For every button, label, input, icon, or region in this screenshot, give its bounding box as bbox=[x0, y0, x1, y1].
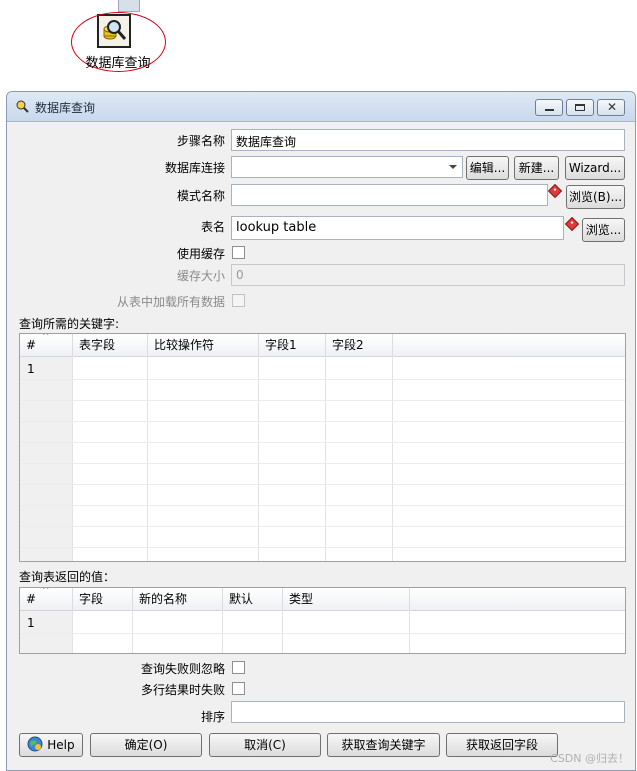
step-name-input[interactable]: 数据库查询 bbox=[231, 129, 625, 151]
close-icon: ✕ bbox=[607, 100, 618, 114]
row-index-column bbox=[20, 356, 72, 561]
title-bar: 数据库查询 ✕ bbox=[7, 92, 635, 122]
edit-connection-button[interactable]: 编辑... bbox=[466, 156, 509, 180]
column-header[interactable]: 比较操作符 bbox=[148, 334, 259, 356]
required-marker-icon bbox=[547, 183, 563, 199]
ignore-fail-checkbox[interactable] bbox=[232, 661, 245, 674]
canvas-step-label: 数据库查询 bbox=[85, 56, 151, 71]
window-title: 数据库查询 bbox=[35, 101, 96, 115]
db-connection-select[interactable] bbox=[231, 156, 463, 178]
dropdown-arrow-icon[interactable] bbox=[444, 157, 462, 177]
get-lookup-keys-button[interactable]: 获取查询关键字 bbox=[327, 733, 440, 757]
close-button[interactable]: ✕ bbox=[597, 99, 625, 116]
table-input[interactable]: lookup table bbox=[231, 216, 564, 240]
keys-table[interactable]: # 表字段 比较操作符 字段1 字段2 ^ 1 bbox=[19, 333, 626, 562]
cache-size-input[interactable]: 0 bbox=[231, 264, 625, 286]
use-cache-checkbox[interactable] bbox=[232, 246, 245, 259]
table-row-index[interactable]: 1 bbox=[27, 616, 35, 630]
column-header[interactable]: 新的名称 bbox=[133, 588, 223, 610]
new-connection-button[interactable]: 新建... bbox=[514, 156, 559, 180]
column-header[interactable]: 表字段 bbox=[73, 334, 148, 356]
return-table-header: # 字段 新的名称 默认 类型 bbox=[20, 588, 625, 611]
fail-multi-checkbox[interactable] bbox=[232, 682, 245, 695]
load-all-checkbox[interactable] bbox=[232, 294, 245, 307]
ok-button[interactable]: 确定(O) bbox=[90, 733, 202, 757]
cancel-button[interactable]: 取消(C) bbox=[209, 733, 321, 757]
order-by-label: 排序 bbox=[200, 710, 225, 724]
get-return-fields-button[interactable]: 获取返回字段 bbox=[446, 733, 558, 757]
help-label: Help bbox=[47, 738, 75, 752]
required-marker-icon bbox=[564, 216, 580, 232]
browse-table-button[interactable]: 浏览... bbox=[582, 218, 625, 242]
help-globe-icon bbox=[27, 736, 43, 752]
watermark: CSDN @归去！ bbox=[550, 752, 629, 765]
table-row-index[interactable]: 1 bbox=[27, 362, 35, 376]
use-cache-label: 使用缓存 bbox=[176, 247, 225, 261]
ignore-fail-label: 查询失败则忽略 bbox=[140, 662, 225, 676]
app-icon bbox=[16, 100, 29, 113]
keys-section-label: 查询所需的关键字: bbox=[19, 317, 120, 331]
return-values-table[interactable]: # 字段 新的名称 默认 类型 ^ 1 bbox=[19, 587, 626, 654]
browse-schema-button[interactable]: 浏览(B)... bbox=[566, 185, 625, 209]
load-all-label: 从表中加载所有数据 bbox=[116, 295, 225, 309]
table-label: 表名 bbox=[200, 220, 225, 234]
return-section-label: 查询表返回的值： bbox=[19, 570, 116, 584]
step-name-label: 步骤名称 bbox=[176, 134, 225, 148]
maximize-icon bbox=[575, 104, 585, 111]
sort-ascending-icon: ^ bbox=[42, 587, 50, 596]
canvas-step-tab bbox=[118, 0, 140, 12]
wizard-button[interactable]: Wizard... bbox=[565, 156, 625, 180]
order-by-input[interactable] bbox=[231, 701, 625, 723]
column-header[interactable]: 字段1 bbox=[259, 334, 326, 356]
sort-ascending-icon: ^ bbox=[42, 333, 50, 342]
column-header[interactable]: 类型 bbox=[283, 588, 410, 610]
lookup-dialog: 数据库查询 ✕ 步骤名称 数据库查询 数据库连接 编辑... 新建... Wiz… bbox=[6, 91, 636, 771]
schema-label: 模式名称 bbox=[176, 189, 225, 203]
help-button[interactable]: Help bbox=[19, 733, 83, 757]
column-header[interactable]: 字段 bbox=[73, 588, 133, 610]
column-header[interactable]: 字段2 bbox=[326, 334, 393, 356]
minimize-icon bbox=[545, 109, 554, 111]
fail-multi-label: 多行结果时失败 bbox=[140, 683, 225, 697]
minimize-button[interactable] bbox=[535, 99, 563, 116]
cache-size-label: 缓存大小 bbox=[176, 269, 225, 283]
keys-table-header: # 表字段 比较操作符 字段1 字段2 bbox=[20, 334, 625, 357]
maximize-button[interactable] bbox=[566, 99, 594, 116]
schema-input[interactable] bbox=[231, 184, 548, 206]
db-connection-label: 数据库连接 bbox=[164, 161, 225, 175]
column-header[interactable]: 默认 bbox=[223, 588, 283, 610]
